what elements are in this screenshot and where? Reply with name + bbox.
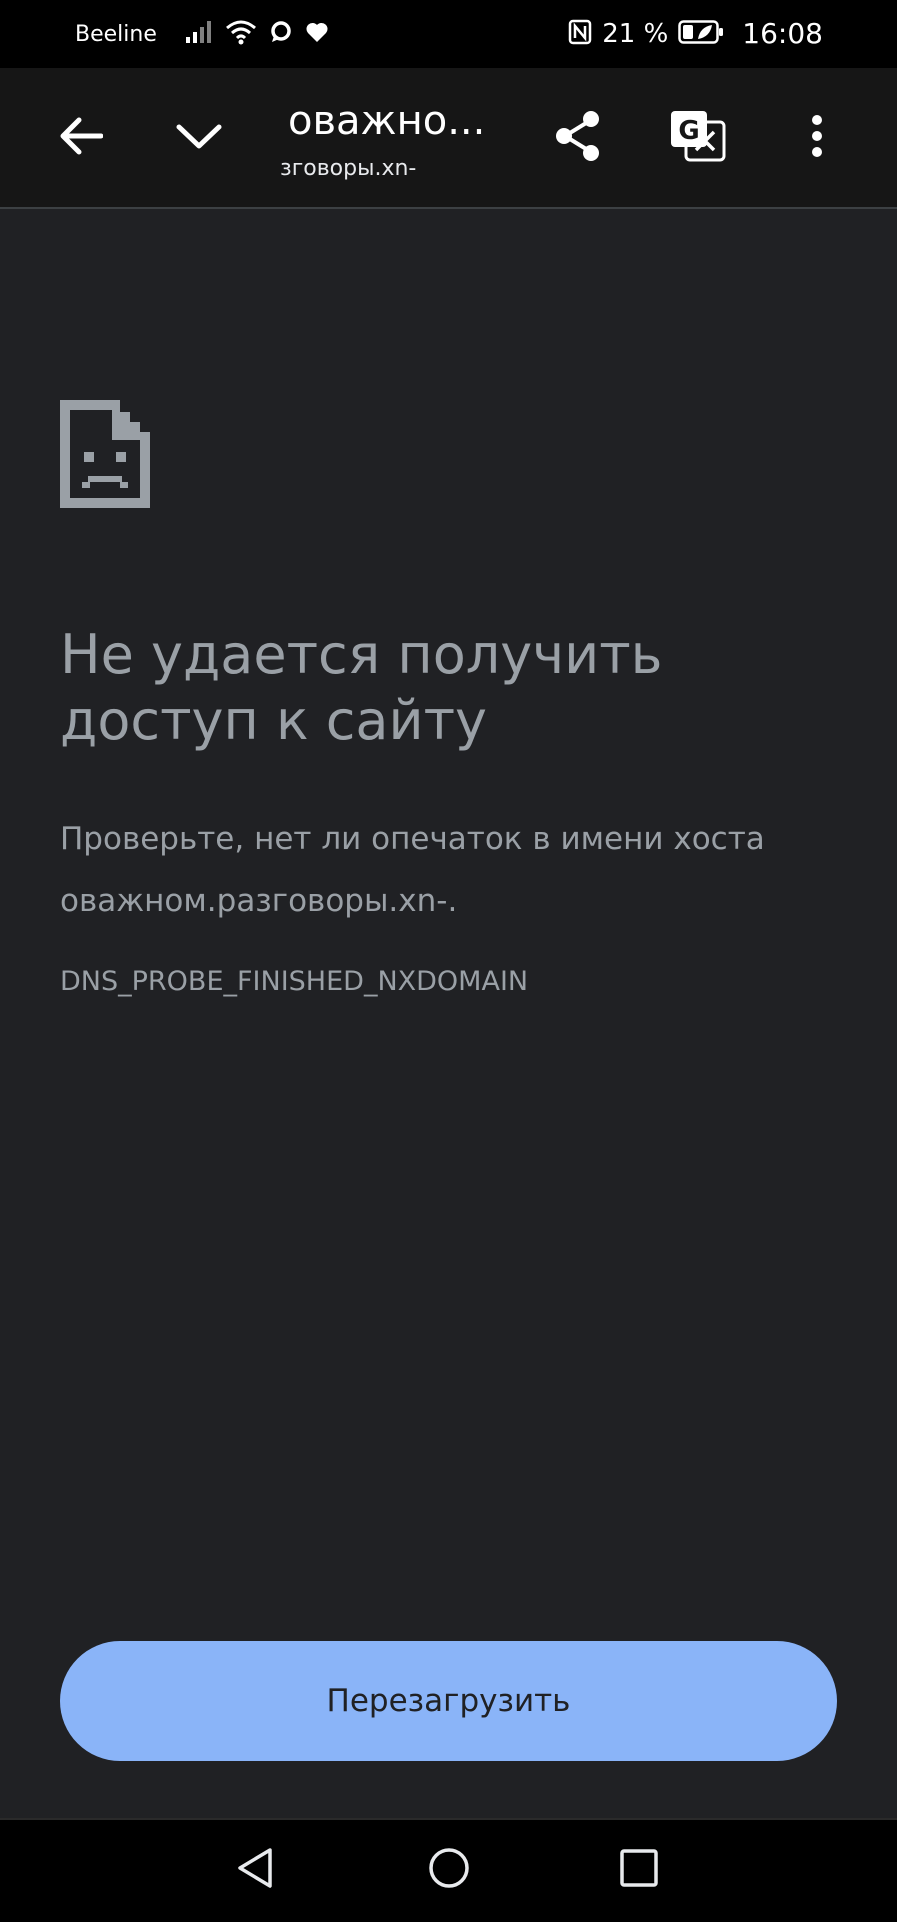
nav-recents-button[interactable] bbox=[609, 1840, 669, 1900]
more-options-button[interactable] bbox=[782, 103, 852, 173]
share-icon bbox=[553, 109, 603, 167]
browser-toolbar: оважно... зговоры.xn- G bbox=[0, 68, 897, 209]
status-bar-right: 21 % 16:08 bbox=[568, 17, 823, 50]
error-description: Проверьте, нет ли опечаток в имени хоста… bbox=[60, 821, 765, 919]
chevron-down-icon bbox=[175, 121, 223, 155]
battery-icon bbox=[678, 19, 724, 49]
nfc-icon bbox=[568, 19, 592, 49]
translate-icon: G bbox=[668, 108, 728, 168]
page-title[interactable]: оважно... bbox=[288, 98, 508, 144]
back-button[interactable] bbox=[46, 103, 116, 173]
nav-back-button[interactable] bbox=[226, 1840, 286, 1900]
sad-page-icon bbox=[60, 400, 150, 512]
chat-bubble-icon bbox=[269, 20, 293, 48]
error-heading: Не удается получить доступ к сайту bbox=[60, 623, 663, 752]
status-bar: Beeline 21 % 16:08 bbox=[0, 0, 897, 68]
clock: 16:08 bbox=[742, 17, 823, 50]
nav-back-icon bbox=[236, 1846, 276, 1894]
nav-home-icon bbox=[427, 1846, 471, 1894]
back-arrow-icon bbox=[59, 116, 104, 160]
reload-button[interactable]: Перезагрузить bbox=[60, 1641, 837, 1761]
more-vert-icon bbox=[811, 114, 823, 162]
translate-button[interactable]: G bbox=[663, 103, 733, 173]
share-button[interactable] bbox=[543, 103, 613, 173]
minimize-button[interactable] bbox=[164, 103, 234, 173]
heart-icon bbox=[305, 21, 329, 47]
status-bar-left: Beeline bbox=[75, 19, 329, 49]
signal-icon bbox=[185, 20, 213, 48]
battery-percent: 21 % bbox=[602, 18, 669, 49]
nav-recents-icon bbox=[619, 1848, 659, 1892]
system-nav-bar bbox=[0, 1818, 897, 1922]
page-url[interactable]: зговоры.xn- bbox=[280, 156, 480, 181]
nav-home-button[interactable] bbox=[419, 1840, 479, 1900]
error-code: DNS_PROBE_FINISHED_NXDOMAIN bbox=[60, 966, 529, 997]
wifi-icon bbox=[225, 19, 257, 49]
carrier-name: Beeline bbox=[75, 21, 157, 47]
svg-text:G: G bbox=[678, 116, 699, 146]
